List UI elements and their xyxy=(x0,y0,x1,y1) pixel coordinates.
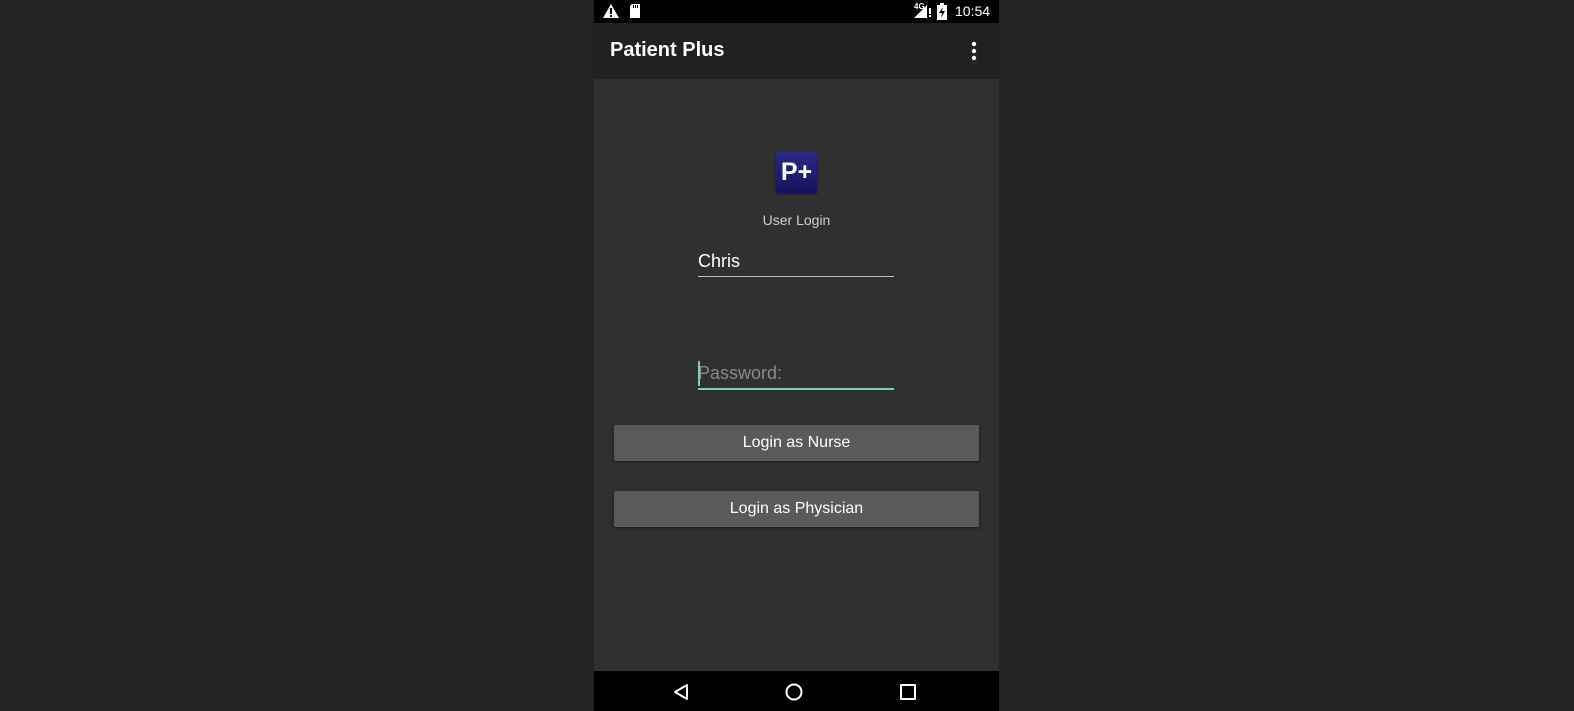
navigation-bar xyxy=(594,671,999,711)
login-heading: User Login xyxy=(762,212,831,228)
clock: 10:54 xyxy=(955,3,991,19)
app-bar: Patient Plus xyxy=(594,23,999,79)
more-vert-icon[interactable] xyxy=(962,37,986,65)
back-icon[interactable] xyxy=(672,683,690,701)
warning-icon xyxy=(603,4,619,18)
logo-text: P+ xyxy=(780,158,813,186)
home-icon[interactable] xyxy=(785,683,803,701)
login-as-nurse-button[interactable]: Login as Nurse xyxy=(614,425,979,461)
app-logo: P+ xyxy=(776,152,817,193)
sd-card-icon xyxy=(630,4,640,18)
login-as-physician-button[interactable]: Login as Physician xyxy=(614,491,979,527)
signal-icon xyxy=(914,5,931,18)
password-field-container xyxy=(698,358,894,390)
username-field-container xyxy=(698,246,894,277)
username-field[interactable] xyxy=(698,246,894,276)
battery-charging-icon xyxy=(937,3,947,20)
app-title: Patient Plus xyxy=(610,39,725,61)
text-cursor xyxy=(698,361,700,386)
status-bar: 4G 10:54 xyxy=(594,0,999,23)
phone-screen: 4G 10:54 Patient Plus P+ User Login Logi… xyxy=(594,0,999,711)
recents-icon[interactable] xyxy=(900,684,916,700)
password-field[interactable] xyxy=(698,358,894,388)
